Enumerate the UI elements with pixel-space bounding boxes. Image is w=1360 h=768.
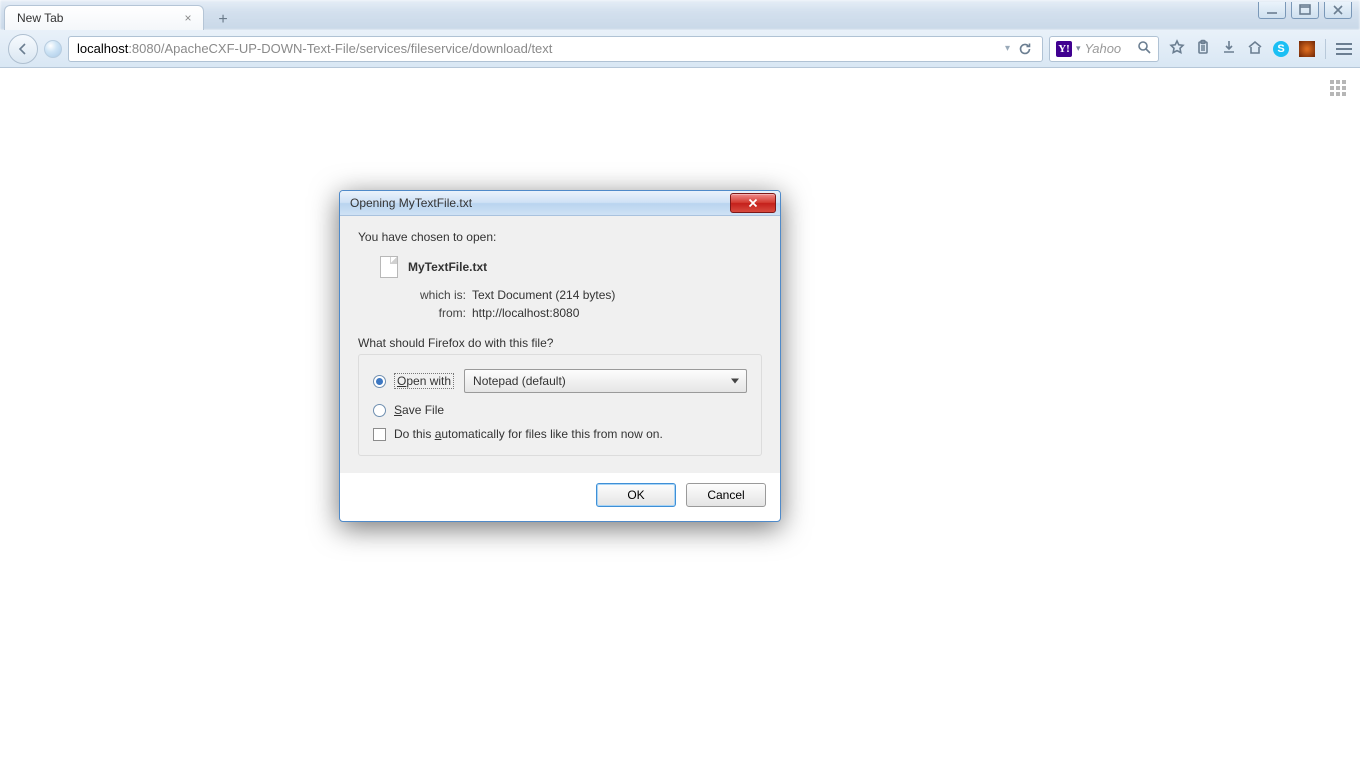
which-is-value: Text Document (214 bytes) <box>472 288 615 302</box>
dialog-file-name: MyTextFile.txt <box>408 260 487 274</box>
save-file-row: Save File <box>373 403 747 417</box>
dialog-button-row: OK Cancel <box>340 473 780 521</box>
downloads-icon[interactable] <box>1221 39 1237 58</box>
dialog-title: Opening MyTextFile.txt <box>350 196 730 210</box>
home-icon[interactable] <box>1247 39 1263 58</box>
url-path: :8080/ApacheCXF-UP-DOWN-Text-File/servic… <box>128 41 552 56</box>
save-file-radio[interactable] <box>373 404 386 417</box>
download-dialog: Opening MyTextFile.txt You have chosen t… <box>339 190 781 522</box>
remember-checkbox[interactable] <box>373 428 386 441</box>
dialog-file-row: MyTextFile.txt <box>380 256 762 278</box>
dialog-close-button[interactable] <box>730 193 776 213</box>
from-label: from: <box>408 306 472 320</box>
clipboard-icon[interactable] <box>1195 39 1211 58</box>
dialog-which-is: which is: Text Document (214 bytes) <box>408 288 762 302</box>
from-value: http://localhost:8080 <box>472 306 579 320</box>
tiles-icon[interactable] <box>1330 80 1346 96</box>
open-with-row: Open with Notepad (default) <box>373 369 747 393</box>
yahoo-search-icon: Y! <box>1056 41 1072 57</box>
dialog-lead-text: You have chosen to open: <box>358 230 762 244</box>
window-close-button[interactable] <box>1324 2 1352 19</box>
minimize-button[interactable] <box>1258 2 1286 19</box>
dialog-titlebar[interactable]: Opening MyTextFile.txt <box>340 191 780 216</box>
open-with-dropdown[interactable]: Notepad (default) <box>464 369 747 393</box>
ok-button-label: OK <box>627 488 644 502</box>
dialog-body: You have chosen to open: MyTextFile.txt … <box>340 216 780 473</box>
url-host: localhost <box>77 41 128 56</box>
maximize-button[interactable] <box>1291 2 1319 19</box>
open-with-value: Notepad (default) <box>473 374 566 388</box>
dialog-from: from: http://localhost:8080 <box>408 306 762 320</box>
cancel-button[interactable]: Cancel <box>686 483 766 507</box>
site-identity-icon <box>44 40 62 58</box>
bookmark-star-icon[interactable] <box>1169 39 1185 58</box>
cancel-button-label: Cancel <box>707 488 744 502</box>
remember-row: Do this automatically for files like thi… <box>373 427 747 441</box>
navigation-bar: localhost:8080/ApacheCXF-UP-DOWN-Text-Fi… <box>0 30 1360 68</box>
tab-newtab[interactable]: New Tab × <box>4 5 204 30</box>
dialog-option-group: Open with Notepad (default) Save File Do… <box>358 354 762 456</box>
new-tab-button[interactable]: + <box>212 10 234 30</box>
back-button[interactable] <box>8 34 38 64</box>
remember-label: Do this automatically for files like thi… <box>394 427 663 441</box>
search-placeholder: Yahoo <box>1085 41 1122 56</box>
toolbar-separator <box>1325 39 1326 59</box>
search-engine-dropdown-icon[interactable]: ▾ <box>1076 43 1081 54</box>
ok-button[interactable]: OK <box>596 483 676 507</box>
dialog-question: What should Firefox do with this file? <box>358 336 762 350</box>
file-icon <box>380 256 398 278</box>
menu-icon[interactable] <box>1336 43 1352 55</box>
tab-strip: New Tab × + <box>4 4 234 30</box>
tab-title: New Tab <box>17 11 63 25</box>
open-with-label: Open with <box>394 373 454 389</box>
url-history-dropdown-icon[interactable]: ▾ <box>1005 43 1010 54</box>
search-icon[interactable] <box>1136 39 1152 58</box>
window-controls <box>1258 2 1352 19</box>
save-file-label: Save File <box>394 403 444 417</box>
skype-icon[interactable]: S <box>1273 41 1289 57</box>
reload-icon[interactable] <box>1016 40 1034 58</box>
which-is-label: which is: <box>408 288 472 302</box>
open-with-radio[interactable] <box>373 375 386 388</box>
addon-icon[interactable] <box>1299 41 1315 57</box>
url-bar[interactable]: localhost:8080/ApacheCXF-UP-DOWN-Text-Fi… <box>68 36 1043 62</box>
toolbar-icons: S <box>1169 39 1352 59</box>
search-box[interactable]: Y! ▾ Yahoo <box>1049 36 1159 62</box>
tab-close-icon[interactable]: × <box>181 11 195 25</box>
